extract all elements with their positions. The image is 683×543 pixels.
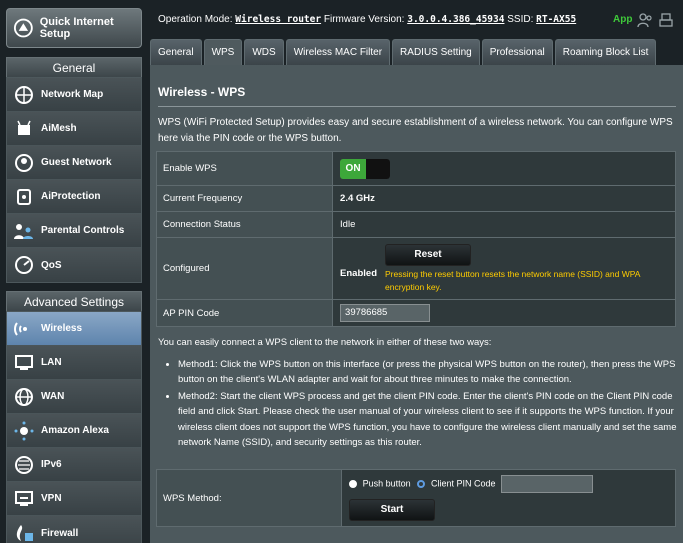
ap-pin-code-field[interactable]: 39786685 — [340, 304, 431, 322]
quick-setup-icon — [13, 18, 33, 38]
methods-intro: You can easily connect a WPS client to t… — [158, 337, 492, 348]
configured-label: Configured — [155, 237, 334, 300]
client-pin-input[interactable] — [501, 475, 594, 493]
sidebar-item-label: Wireless — [41, 323, 83, 334]
guest-network-icon — [12, 151, 36, 175]
method2-text: Method2: Start the client WPS process an… — [178, 389, 678, 451]
quick-internet-setup-button[interactable]: Quick Internet Setup — [6, 8, 142, 48]
sidebar-item-aiprotection[interactable]: AiProtection — [7, 180, 141, 214]
sidebar-item-label: Firewall — [41, 527, 79, 539]
network-map-icon — [12, 83, 36, 107]
quick-setup-label: Quick Internet Setup — [39, 16, 114, 40]
sidebar-item-label: Network Map — [41, 89, 104, 100]
main-panel: Wireless - WPS WPS (WiFi Protected Setup… — [150, 65, 683, 543]
tab-wps[interactable]: WPS — [203, 39, 243, 65]
ipv6-icon — [12, 453, 36, 477]
sidebar-item-label: IPv6 — [41, 459, 62, 470]
title-divider — [158, 106, 676, 107]
page-description: WPS (WiFi Protected Setup) provides easy… — [158, 117, 673, 144]
lan-icon — [12, 351, 36, 375]
method1-text: Method1: Click the WPS button on this in… — [178, 357, 678, 388]
alexa-icon — [12, 419, 36, 443]
toggle-on-label: ON — [340, 158, 367, 179]
page-title: Wireless - WPS — [158, 85, 246, 99]
sidebar-item-aimesh[interactable]: AiMesh — [7, 112, 141, 146]
ssid-link[interactable]: RT-AX55 — [536, 14, 576, 25]
sidebar-item-label: QoS — [41, 259, 62, 271]
ap-pin-code-label: AP PIN Code — [155, 299, 334, 327]
aiprotection-icon — [12, 185, 36, 209]
tab-professional[interactable]: Professional — [481, 39, 553, 65]
wps-methods-info: You can easily connect a WPS client to t… — [158, 335, 678, 452]
connection-status-value: Idle — [332, 211, 676, 238]
reset-note: Pressing the reset button resets the net… — [385, 268, 640, 292]
sidebar-item-firewall[interactable]: Firewall — [7, 516, 141, 543]
sidebar-item-qos[interactable]: QoS — [7, 248, 141, 282]
qos-icon — [12, 253, 36, 277]
tab-wireless-mac-filter[interactable]: Wireless MAC Filter — [285, 39, 391, 65]
operation-mode-link[interactable]: Wireless router — [235, 14, 321, 25]
status-bar: Operation Mode: Wireless router Firmware… — [150, 8, 683, 36]
sidebar: Quick Internet Setup General Network Map… — [0, 0, 148, 543]
sidebar-item-parental-controls[interactable]: Parental Controls — [7, 214, 141, 248]
sidebar-item-wan[interactable]: WAN — [7, 380, 141, 414]
sidebar-item-label: VPN — [41, 493, 62, 504]
sidebar-item-label: Parental Controls — [41, 225, 125, 236]
push-button-label: Push button — [362, 478, 411, 489]
wps-settings-table: Enable WPS ON Current Frequency 2.4 GHz … — [155, 151, 676, 327]
wps-method-table: WPS Method: Push button Client PIN Code … — [156, 469, 676, 527]
sidebar-item-ipv6[interactable]: IPv6 — [7, 448, 141, 482]
wps-method-label: WPS Method: — [156, 469, 342, 527]
status-info: Operation Mode: Wireless router Firmware… — [158, 14, 576, 25]
firmware-label: Firmware Version: — [323, 14, 405, 25]
advanced-menu: Wireless LAN WAN Amazon Alexa IPv6 VPN F… — [6, 311, 142, 543]
start-button[interactable]: Start — [349, 499, 435, 521]
reset-button[interactable]: Reset — [385, 243, 471, 266]
client-pin-radio[interactable] — [417, 480, 426, 488]
push-button-radio[interactable] — [349, 480, 357, 488]
app-link[interactable]: App — [613, 14, 632, 25]
vpn-icon — [12, 487, 36, 511]
aimesh-icon — [12, 117, 36, 141]
sidebar-item-guest-network[interactable]: Guest Network — [7, 146, 141, 180]
general-menu: Network Map AiMesh Guest Network AiProte… — [6, 77, 142, 283]
general-header: General — [6, 57, 142, 77]
sidebar-item-lan[interactable]: LAN — [7, 346, 141, 380]
methods-list: Method1: Click the WPS button on this in… — [178, 357, 678, 451]
tab-wds[interactable]: WDS — [244, 39, 284, 65]
sidebar-item-label: Guest Network — [41, 157, 112, 168]
ssid-label: SSID: — [507, 14, 534, 25]
users-icon[interactable] — [637, 12, 653, 28]
toggle-knob — [366, 158, 391, 179]
advanced-settings-header: Advanced Settings — [6, 291, 142, 311]
sidebar-item-label: WAN — [41, 391, 65, 402]
firewall-icon — [12, 521, 36, 543]
configured-value: Enabled — [340, 268, 377, 279]
sidebar-item-label: AiMesh — [41, 123, 77, 134]
enable-wps-toggle[interactable]: ON — [340, 158, 391, 179]
sidebar-item-label: AiProtection — [41, 191, 101, 202]
wan-icon — [12, 385, 36, 409]
current-frequency-label: Current Frequency — [155, 185, 334, 212]
sidebar-item-label: Amazon Alexa — [41, 425, 109, 436]
tab-radius-setting[interactable]: RADIUS Setting — [392, 39, 480, 65]
tab-general[interactable]: General — [150, 39, 202, 65]
sidebar-item-wireless[interactable]: Wireless — [7, 312, 141, 346]
sidebar-item-amazon-alexa[interactable]: Amazon Alexa — [7, 414, 141, 448]
current-frequency-value: 2.4 GHz — [332, 185, 676, 212]
operation-mode-label: Operation Mode: — [158, 14, 233, 25]
parental-controls-icon — [12, 219, 36, 243]
wireless-icon — [12, 317, 36, 341]
connection-status-label: Connection Status — [155, 211, 334, 238]
sidebar-item-vpn[interactable]: VPN — [7, 482, 141, 516]
wireless-tabs: General WPS WDS Wireless MAC Filter RADI… — [150, 39, 658, 65]
client-pin-label: Client PIN Code — [430, 478, 496, 489]
firmware-link[interactable]: 3.0.0.4.386_45934 — [407, 14, 504, 25]
usb-icon[interactable] — [658, 12, 674, 28]
sidebar-item-network-map[interactable]: Network Map — [7, 78, 141, 112]
sidebar-item-label: LAN — [41, 357, 62, 368]
tab-roaming-block-list[interactable]: Roaming Block List — [554, 39, 657, 65]
enable-wps-label: Enable WPS — [155, 151, 334, 186]
